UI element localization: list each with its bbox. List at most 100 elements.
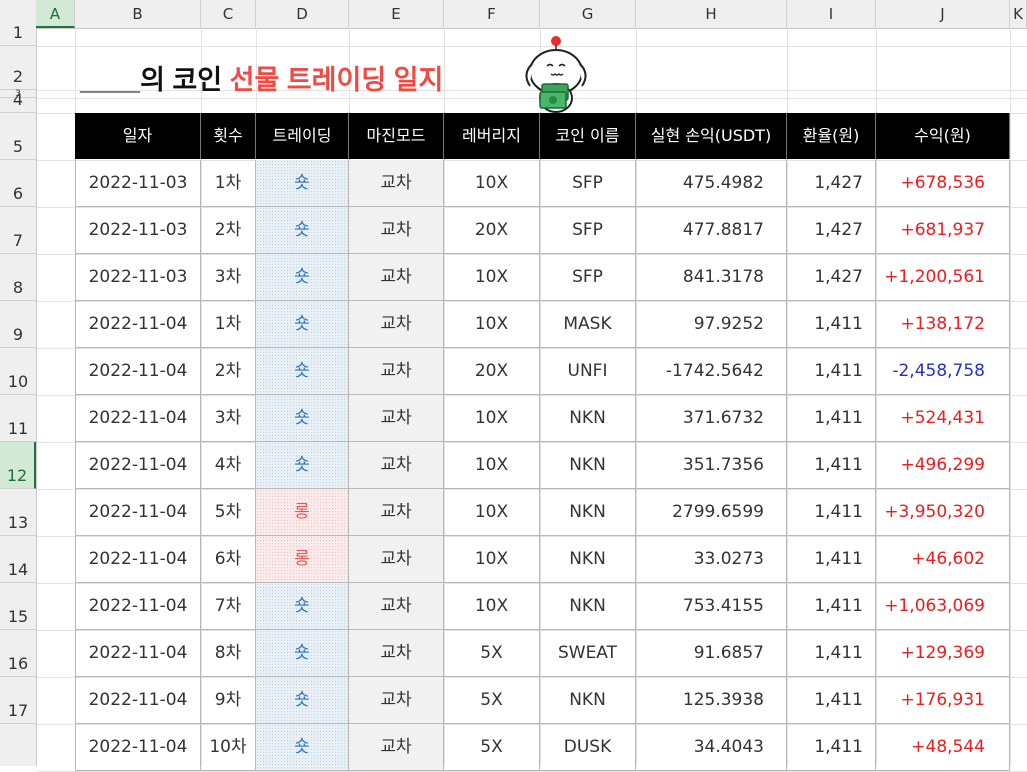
date-cell[interactable]: 2022-11-04 [75, 489, 201, 536]
trade-cell[interactable]: 숏 [256, 677, 349, 724]
count-cell[interactable]: 3차 [201, 395, 256, 442]
margin-mode-cell[interactable]: 교차 [349, 254, 444, 301]
row-header-8[interactable]: 8 [0, 254, 36, 301]
pnl-cell[interactable]: 351.7356 [636, 442, 787, 489]
row-header-9[interactable]: 9 [0, 301, 36, 348]
column-header-a[interactable]: A [36, 0, 75, 28]
coin-cell[interactable]: SFP [540, 254, 636, 301]
date-cell[interactable]: 2022-11-03 [75, 254, 201, 301]
count-cell[interactable]: 6차 [201, 536, 256, 583]
row-header-14[interactable]: 14 [0, 536, 36, 583]
margin-mode-cell[interactable]: 교차 [349, 207, 444, 254]
pnl-cell[interactable]: 97.9252 [636, 301, 787, 348]
trade-cell[interactable]: 숏 [256, 724, 349, 771]
profit-cell[interactable]: +1,200,561 [876, 254, 1010, 301]
rate-cell[interactable]: 1,411 [787, 630, 876, 677]
margin-mode-cell[interactable]: 교차 [349, 348, 444, 395]
trade-cell[interactable]: 숏 [256, 207, 349, 254]
profit-cell[interactable]: +3,950,320 [876, 489, 1010, 536]
margin-mode-cell[interactable]: 교차 [349, 630, 444, 677]
row-header-12[interactable]: 12 [0, 442, 36, 489]
trade-cell[interactable]: 숏 [256, 254, 349, 301]
leverage-cell[interactable]: 5X [444, 630, 540, 677]
row-header-2[interactable]: 2 [0, 46, 36, 90]
date-cell[interactable]: 2022-11-04 [75, 442, 201, 489]
leverage-cell[interactable]: 10X [444, 583, 540, 630]
date-cell[interactable]: 2022-11-04 [75, 536, 201, 583]
date-cell[interactable]: 2022-11-04 [75, 724, 201, 771]
margin-mode-cell[interactable]: 교차 [349, 395, 444, 442]
count-cell[interactable]: 5차 [201, 489, 256, 536]
coin-cell[interactable]: NKN [540, 442, 636, 489]
column-header-b[interactable]: B [75, 0, 201, 28]
coin-cell[interactable]: SWEAT [540, 630, 636, 677]
margin-mode-cell[interactable]: 교차 [349, 724, 444, 771]
date-cell[interactable]: 2022-11-04 [75, 395, 201, 442]
leverage-cell[interactable]: 10X [444, 489, 540, 536]
leverage-cell[interactable]: 10X [444, 442, 540, 489]
row-header-5[interactable]: 5 [0, 113, 36, 160]
coin-cell[interactable]: UNFI [540, 348, 636, 395]
rate-cell[interactable]: 1,411 [787, 301, 876, 348]
pnl-cell[interactable]: 841.3178 [636, 254, 787, 301]
margin-mode-cell[interactable]: 교차 [349, 489, 444, 536]
leverage-cell[interactable]: 10X [444, 254, 540, 301]
pnl-cell[interactable]: 34.4043 [636, 724, 787, 771]
coin-cell[interactable]: NKN [540, 395, 636, 442]
trade-cell[interactable]: 숏 [256, 583, 349, 630]
column-header-f[interactable]: F [444, 0, 540, 28]
leverage-cell[interactable]: 10X [444, 536, 540, 583]
row-header-11[interactable]: 11 [0, 395, 36, 442]
profit-cell[interactable]: +176,931 [876, 677, 1010, 724]
pnl-cell[interactable]: 475.4982 [636, 160, 787, 207]
rate-cell[interactable]: 1,427 [787, 160, 876, 207]
date-cell[interactable]: 2022-11-03 [75, 207, 201, 254]
coin-cell[interactable]: NKN [540, 489, 636, 536]
profit-cell[interactable]: +496,299 [876, 442, 1010, 489]
rate-cell[interactable]: 1,411 [787, 724, 876, 771]
rate-cell[interactable]: 1,427 [787, 207, 876, 254]
count-cell[interactable]: 3차 [201, 254, 256, 301]
margin-mode-cell[interactable]: 교차 [349, 536, 444, 583]
rate-cell[interactable]: 1,411 [787, 489, 876, 536]
margin-mode-cell[interactable]: 교차 [349, 301, 444, 348]
row-header-16[interactable]: 16 [0, 630, 36, 677]
trade-cell[interactable]: 숏 [256, 395, 349, 442]
count-cell[interactable]: 2차 [201, 348, 256, 395]
count-cell[interactable]: 1차 [201, 301, 256, 348]
coin-cell[interactable]: DUSK [540, 724, 636, 771]
pnl-cell[interactable]: 477.8817 [636, 207, 787, 254]
pnl-cell[interactable]: 753.4155 [636, 583, 787, 630]
pnl-cell[interactable]: 125.3938 [636, 677, 787, 724]
margin-mode-cell[interactable]: 교차 [349, 442, 444, 489]
row-header-15[interactable]: 15 [0, 583, 36, 630]
margin-mode-cell[interactable]: 교차 [349, 583, 444, 630]
column-header-k[interactable]: K [1010, 0, 1027, 28]
count-cell[interactable]: 9차 [201, 677, 256, 724]
leverage-cell[interactable]: 20X [444, 348, 540, 395]
coin-cell[interactable]: NKN [540, 536, 636, 583]
row-header-4[interactable]: 4 [0, 90, 36, 113]
rate-cell[interactable]: 1,427 [787, 254, 876, 301]
profit-cell[interactable]: +129,369 [876, 630, 1010, 677]
rate-cell[interactable]: 1,411 [787, 348, 876, 395]
leverage-cell[interactable]: 20X [444, 207, 540, 254]
trade-cell[interactable]: 숏 [256, 160, 349, 207]
column-header-e[interactable]: E [349, 0, 444, 28]
count-cell[interactable]: 4차 [201, 442, 256, 489]
profit-cell[interactable]: +48,544 [876, 724, 1010, 771]
date-cell[interactable]: 2022-11-04 [75, 348, 201, 395]
leverage-cell[interactable]: 10X [444, 160, 540, 207]
leverage-cell[interactable]: 10X [444, 301, 540, 348]
profit-cell[interactable]: +524,431 [876, 395, 1010, 442]
column-header-c[interactable]: C [201, 0, 256, 28]
column-header-d[interactable]: D [256, 0, 349, 28]
coin-cell[interactable]: NKN [540, 583, 636, 630]
trade-cell[interactable]: 롱 [256, 536, 349, 583]
count-cell[interactable]: 2차 [201, 207, 256, 254]
pnl-cell[interactable]: 33.0273 [636, 536, 787, 583]
date-cell[interactable]: 2022-11-04 [75, 301, 201, 348]
profit-cell[interactable]: +46,602 [876, 536, 1010, 583]
profit-cell[interactable]: +681,937 [876, 207, 1010, 254]
row-header-1[interactable]: 1 [0, 23, 36, 46]
